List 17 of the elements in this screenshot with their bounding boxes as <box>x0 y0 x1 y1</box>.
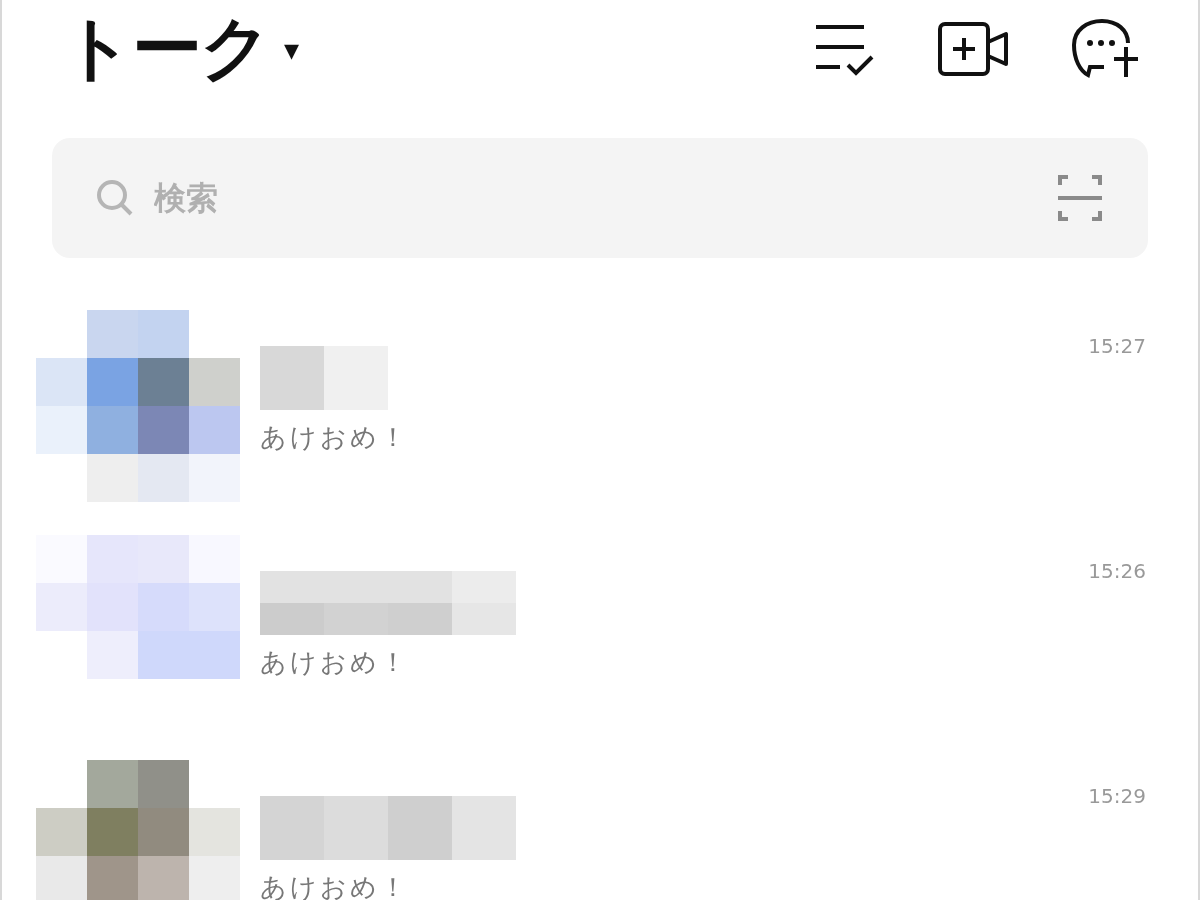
message-preview: あけおめ！ <box>260 646 410 679</box>
chat-time: 15:27 <box>1088 334 1146 358</box>
chat-add-icon[interactable] <box>1072 19 1140 79</box>
search-bar[interactable]: 検索 <box>52 138 1148 258</box>
scan-icon[interactable] <box>1058 175 1102 221</box>
message-preview: あけおめ！ <box>260 871 410 900</box>
video-call-add-icon[interactable] <box>938 22 1010 76</box>
search-field[interactable]: 検索 <box>152 178 1040 218</box>
chat-item[interactable]: あけおめ！ 15:29 <box>2 760 1198 900</box>
chat-item[interactable]: あけおめ！ 15:26 <box>2 535 1198 760</box>
chat-time: 15:26 <box>1088 559 1146 583</box>
caret-icon[interactable]: ▾ <box>284 31 300 67</box>
search-icon <box>96 179 134 217</box>
page-title: トーク <box>62 6 270 91</box>
chat-item[interactable]: あけおめ！ 15:27 <box>2 310 1198 535</box>
chat-time: 15:29 <box>1088 784 1146 808</box>
message-preview: あけおめ！ <box>260 421 410 454</box>
